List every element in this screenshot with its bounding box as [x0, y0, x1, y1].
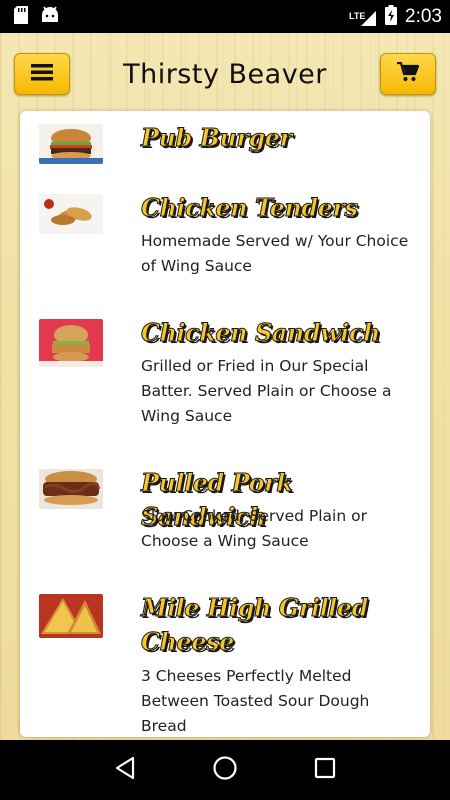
back-icon	[114, 756, 136, 784]
item-description: Grilled or Fried in Our Special Batter. …	[141, 357, 392, 425]
home-icon	[212, 755, 238, 785]
item-name: Mile High Grilled Cheese	[141, 593, 369, 657]
menu-item[interactable]: Pulled Pork Sandwich Slow Cooked, Served…	[20, 466, 430, 571]
menu-button[interactable]	[14, 53, 70, 95]
status-left-icons	[14, 5, 60, 28]
item-name: Chicken Sandwich	[141, 318, 381, 348]
cart-icon	[396, 61, 420, 86]
menu-item[interactable]: Chicken Sandwich Grilled or Fried in Our…	[20, 316, 430, 446]
status-time: 2:03	[405, 5, 442, 27]
sd-card-icon	[14, 5, 28, 28]
android-icon	[40, 6, 60, 28]
app-title: Thirsty Beaver	[123, 58, 327, 90]
menu-list: Pub Burger Chicken Tenders Homemade Serv…	[20, 111, 430, 737]
status-bar: LTE 2:03	[0, 0, 450, 33]
chicken-tenders-photo	[39, 194, 103, 234]
menu-item[interactable]: Mile High Grilled Cheese 3 Cheeses Perfe…	[20, 591, 430, 735]
item-description: 3 Cheeses Perfectly Melted Between Toast…	[141, 667, 370, 735]
recents-button[interactable]	[305, 750, 345, 790]
recents-icon	[314, 757, 336, 783]
app-area: Thirsty Beaver Pub Burger Chicken Tender…	[0, 33, 450, 740]
pulled-pork-photo	[39, 469, 103, 509]
burger-photo	[39, 124, 103, 164]
navigation-bar	[0, 740, 450, 800]
status-right-icons: LTE 2:03	[349, 4, 442, 29]
item-description: Slow Cooked, Served Plain or Choose a Wi…	[141, 507, 367, 550]
item-name: Chicken Tenders	[141, 193, 359, 223]
cart-button[interactable]	[379, 53, 436, 95]
menu-item[interactable]: Pub Burger	[20, 111, 430, 171]
battery-charging-icon	[385, 4, 398, 29]
toolbar: Thirsty Beaver	[0, 33, 450, 115]
back-button[interactable]	[105, 750, 145, 790]
chicken-sandwich-photo	[39, 319, 103, 367]
hamburger-icon	[31, 63, 53, 85]
signal-icon: LTE	[349, 7, 377, 27]
menu-item[interactable]: Chicken Tenders Homemade Served w/ Your …	[20, 191, 430, 301]
item-name: Pub Burger	[141, 123, 293, 153]
home-button[interactable]	[205, 750, 245, 790]
item-description: Homemade Served w/ Your Choice of Wing S…	[141, 232, 409, 275]
grilled-cheese-photo	[39, 594, 103, 638]
